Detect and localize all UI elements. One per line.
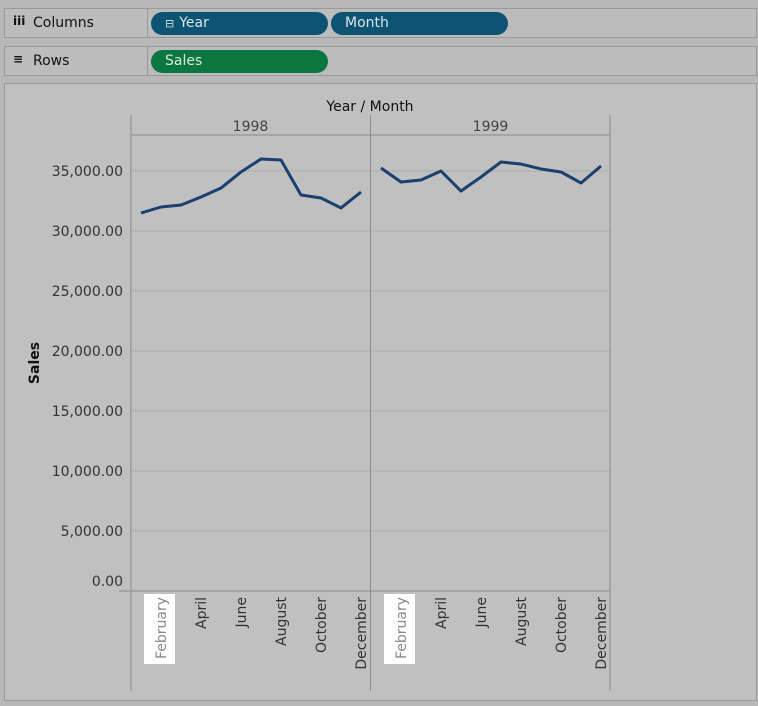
- columns-shelf-label: iii Columns: [5, 9, 148, 37]
- x-tick-label: February: [394, 597, 410, 659]
- collapse-minus-icon[interactable]: ⊟: [165, 17, 174, 30]
- rows-shelf-label: ≡ Rows: [5, 47, 148, 75]
- y-tick-label: 30,000.00: [52, 224, 123, 240]
- year-pill[interactable]: ⊟ Year: [151, 12, 328, 35]
- x-tick-label: October: [314, 597, 330, 653]
- y-tick-label: 0.00: [92, 574, 123, 590]
- columns-icon: iii: [13, 14, 25, 28]
- x-tick-label: December: [594, 597, 610, 670]
- x-tick-label: October: [554, 597, 570, 653]
- y-tick-label: 35,000.00: [52, 164, 123, 180]
- y-tick-label: 15,000.00: [52, 404, 123, 420]
- sales-pill-label: Sales: [165, 53, 202, 69]
- year-pill-label: Year: [179, 15, 209, 31]
- rows-label: Rows: [33, 53, 69, 69]
- rows-list-icon: ≡: [13, 52, 23, 66]
- sales-pill[interactable]: Sales: [151, 50, 328, 73]
- chart-title: Year / Month: [325, 99, 413, 115]
- x-tick-label: April: [434, 597, 450, 629]
- y-tick-label: 25,000.00: [52, 284, 123, 300]
- x-tick-label: February: [154, 597, 170, 659]
- x-tick-label: April: [194, 597, 210, 629]
- rows-shelf: ≡ Rows Sales: [4, 46, 757, 76]
- month-pill-label: Month: [345, 15, 389, 31]
- x-tick-label: December: [354, 597, 370, 670]
- line-chart: Year / Month Sales 0.00 5,000.00 10,000.00 15…: [5, 84, 758, 702]
- month-pill[interactable]: Month: [331, 12, 508, 35]
- y-tick-label: 5,000.00: [61, 524, 123, 540]
- y-axis-label: Sales: [27, 342, 43, 384]
- columns-shelf: iii Columns ⊟ Year Month: [4, 8, 757, 38]
- y-tick-label: 10,000.00: [52, 464, 123, 480]
- y-tick-label: 20,000.00: [52, 344, 123, 360]
- year-header: 1999: [473, 119, 509, 135]
- x-tick-label: August: [274, 596, 290, 646]
- x-tick-label: August: [514, 596, 530, 646]
- chart-view: Year / Month Sales 0.00 5,000.00 10,000.00 15…: [4, 83, 757, 701]
- sales-line-1998: [141, 159, 361, 213]
- x-tick-label: June: [234, 597, 250, 629]
- year-header: 1998: [233, 119, 269, 135]
- columns-label: Columns: [33, 15, 94, 31]
- x-tick-label: June: [474, 597, 490, 629]
- sales-line-1999: [381, 162, 601, 191]
